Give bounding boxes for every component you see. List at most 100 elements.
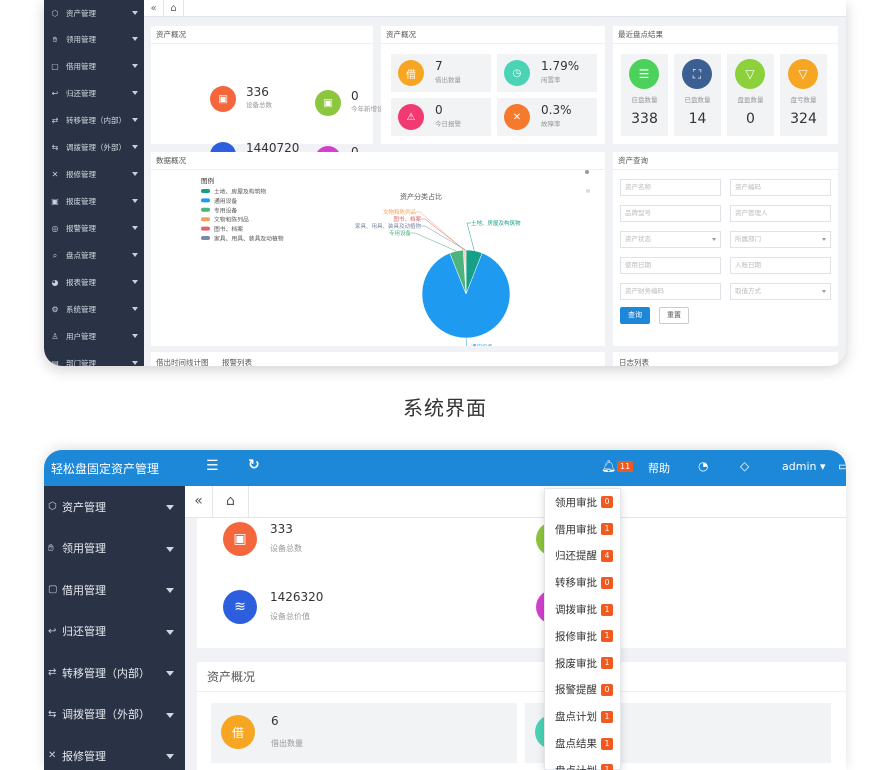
sidebar-item-label: 调拨管理（外部） — [66, 143, 126, 152]
legend-swatch — [201, 207, 210, 212]
chevron-down-icon — [132, 11, 138, 15]
query-field[interactable]: 资产编码 — [730, 179, 831, 196]
sidebar-item[interactable]: ▤ 部门管理 — [44, 350, 144, 366]
notification-menu-item[interactable]: 报废审批 1 — [545, 650, 620, 677]
notification-menu-item[interactable]: 盘点计划 1 — [545, 757, 620, 770]
home-icon[interactable]: ⌂ — [213, 486, 249, 518]
screen-icon[interactable]: ▭ — [838, 459, 846, 473]
reset-button[interactable]: 重置 — [659, 307, 689, 324]
tag-icon[interactable]: ◇ — [740, 459, 749, 473]
tab-alarm-list[interactable]: 报警列表 — [222, 357, 252, 366]
sidebar-item-label: 部门管理 — [66, 359, 96, 366]
slice-leader-line — [466, 222, 475, 251]
stat-icon: ▽ — [788, 59, 818, 89]
field-placeholder: 资产财务编码 — [625, 287, 664, 295]
sidebar-item-label: 报警管理 — [66, 224, 96, 233]
card-title: 资产概况 — [381, 26, 605, 44]
sidebar-item[interactable]: ▢ 借用管理 — [44, 53, 144, 80]
sidebar-item[interactable]: ⇆ 调拨管理（外部） — [44, 694, 185, 736]
sidebar-item-label: 资产管理 — [66, 8, 96, 18]
chevron-down-icon — [166, 505, 174, 510]
notification-menu-item[interactable]: 转移审批 0 — [545, 569, 620, 596]
stat-value: 1.79% — [541, 59, 580, 73]
menu-item-label: 报警提醒 — [555, 684, 597, 697]
bell-icon[interactable]: 🔔︎ — [601, 459, 616, 473]
count-badge: 1 — [601, 737, 613, 750]
stat-tile: ◷ 1.79% 闲置率 — [497, 54, 597, 92]
query-field[interactable]: 资产名称 — [620, 179, 721, 196]
sidebar-item[interactable]: ✕ 报修管理 — [44, 161, 144, 188]
notification-menu-item[interactable]: 调拨审批 1 — [545, 596, 620, 623]
card-title: 资产概况 — [197, 662, 846, 692]
notification-menu-item[interactable]: 归还提醒 4 — [545, 543, 620, 570]
home-icon[interactable]: ⌂ — [164, 0, 184, 17]
tab-lend-timeline[interactable]: 借出时间线计图 — [156, 357, 209, 366]
sidebar-item[interactable]: ◕ 报表管理 — [44, 269, 144, 296]
collapse-left-icon[interactable]: « — [185, 486, 213, 518]
menu-toggle-icon[interactable]: ☰ — [206, 458, 219, 474]
query-button[interactable]: 查询 — [620, 307, 650, 324]
sidebar-item[interactable]: ↩ 归还管理 — [44, 611, 185, 653]
sidebar-item[interactable]: ♙ 用户管理 — [44, 323, 144, 350]
stat-value: 7 — [435, 59, 443, 73]
query-field[interactable]: 入账日期 — [730, 257, 831, 274]
card-title: 资产查询 — [613, 152, 838, 170]
user-menu[interactable]: admin ▾ — [782, 460, 826, 473]
notification-menu-item[interactable]: 盘点计划 1 — [545, 703, 620, 730]
notification-menu-item[interactable]: 盘点结果 1 — [545, 730, 620, 757]
slice-leader-line — [421, 225, 466, 251]
field-placeholder: 入账日期 — [735, 261, 761, 269]
help-link[interactable]: 帮助 — [648, 460, 670, 476]
sidebar-item[interactable]: ⬡ 资产管理 — [44, 0, 144, 26]
collapse-left-icon[interactable]: « — [144, 0, 164, 17]
refresh-icon[interactable]: ↻ — [248, 457, 260, 473]
notification-menu-item[interactable]: 领用审批 0 — [545, 489, 620, 516]
sidebar-item[interactable]: ▢ 借用管理 — [44, 569, 185, 611]
chevron-down-icon — [712, 238, 716, 241]
user-icon: ♙ — [51, 332, 59, 341]
bottom-tabs-card: 借出时间线计图 报警列表 — [151, 352, 605, 366]
query-field[interactable]: 资产管理人 — [730, 205, 831, 222]
sidebar-item[interactable]: ⇆ 调拨管理（外部） — [44, 134, 144, 161]
notification-menu-item[interactable]: 借用审批 1 — [545, 516, 620, 543]
sidebar-item[interactable]: ✋︎ 领用管理 — [44, 26, 144, 53]
sidebar-item[interactable]: ⇄ 转移管理（内部） — [44, 107, 144, 134]
sidebar-item[interactable]: ✋︎ 领用管理 — [44, 528, 185, 570]
sidebar-item[interactable]: ↩ 归还管理 — [44, 80, 144, 107]
sidebar-item[interactable]: ⚙︎ 系统管理 — [44, 296, 144, 323]
chevron-down-icon — [166, 546, 174, 552]
query-field[interactable]: 资产财务编码 — [620, 283, 721, 300]
query-field[interactable]: 取值方式 — [730, 283, 831, 300]
sidebar-item[interactable]: ⇄ 转移管理（内部） — [44, 652, 185, 694]
return-icon: ↩ — [51, 89, 59, 98]
stat-icon: ▣ — [210, 86, 236, 112]
slice-label: 文物和陈列品 — [383, 208, 417, 216]
chevron-down-icon — [166, 588, 174, 593]
notification-menu-item[interactable]: 报修审批 1 — [545, 623, 620, 650]
query-field[interactable]: 资产状态 — [620, 231, 721, 248]
sidebar-item[interactable]: ✕ 报修管理 — [44, 735, 185, 770]
count-badge: 0 — [601, 496, 613, 509]
sidebar-item[interactable]: ⬡ 资产管理 — [44, 486, 185, 528]
sidebar-item-label: 借用管理 — [62, 583, 106, 597]
chevron-down-icon — [132, 91, 138, 95]
notification-menu-item[interactable]: 报警提醒 0 — [545, 677, 620, 704]
query-field[interactable]: 使用日期 — [620, 257, 721, 274]
sidebar-item-label: 转移管理（内部） — [62, 666, 150, 680]
dashboard-icon[interactable]: ◔ — [698, 459, 708, 473]
sidebar-item[interactable]: ▣ 报废管理 — [44, 188, 144, 215]
query-field[interactable]: 品牌型号 — [620, 205, 721, 222]
sidebar-item[interactable]: ◎ 报警管理 — [44, 215, 144, 242]
sidebar-item-label: 盘点管理 — [66, 251, 96, 260]
field-placeholder: 品牌型号 — [625, 209, 651, 217]
alarm-icon: ◎ — [51, 224, 59, 233]
carousel-dots[interactable] — [585, 159, 597, 193]
slice-label: 家具、用具、装具及动植物 — [355, 222, 422, 230]
notification-badge[interactable]: 11 — [617, 461, 634, 472]
chevron-down-icon — [132, 280, 138, 284]
stat-icon: ✕ — [504, 104, 530, 130]
sidebar-item[interactable]: ⌕ 盘点管理 — [44, 242, 144, 269]
legend-label: 土地、房屋及构筑物 — [214, 188, 266, 196]
query-field[interactable]: 所属部门 — [730, 231, 831, 248]
stat-icon: ▽ — [735, 59, 765, 89]
